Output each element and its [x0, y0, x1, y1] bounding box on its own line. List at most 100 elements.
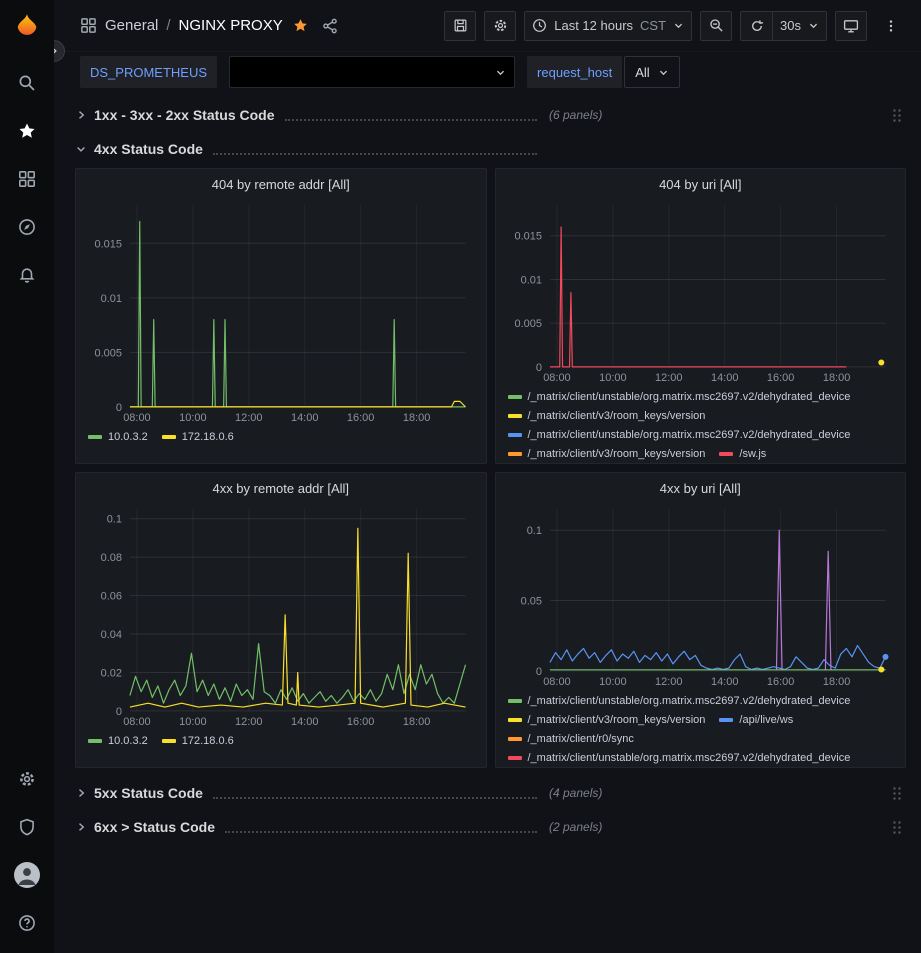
starred-dashboards-icon[interactable]: [7, 111, 47, 151]
svg-text:10:00: 10:00: [599, 372, 626, 384]
legend-item[interactable]: /sw.js: [719, 445, 766, 463]
legend-swatch: [719, 452, 733, 456]
refresh-interval-picker[interactable]: 30s: [772, 11, 827, 41]
chart-canvas[interactable]: 08:0010:0012:0014:0016:0018:0000.020.040…: [86, 501, 476, 729]
variable-request-host-label[interactable]: request_host: [527, 56, 622, 88]
svg-text:0.015: 0.015: [95, 238, 122, 250]
legend-item[interactable]: /_matrix/client/v3/room_keys/version: [508, 445, 706, 463]
svg-text:16:00: 16:00: [347, 412, 374, 424]
row-drag-handle[interactable]: [892, 786, 902, 801]
variable-request-host-value: All: [635, 65, 649, 80]
legend-item[interactable]: /_matrix/client/unstable/org.matrix.msc2…: [508, 426, 851, 444]
chevron-down-icon: [673, 20, 684, 31]
row-1xx-3xx-2xx[interactable]: 1xx - 3xx - 2xx Status Code (6 panels): [75, 100, 906, 130]
legend-item[interactable]: 10.0.3.2: [88, 732, 148, 750]
timeseries-chart: 08:0010:0012:0014:0016:0018:0000.0050.01…: [86, 197, 476, 425]
panel-title[interactable]: 4xx by uri [All]: [506, 477, 896, 501]
server-admin-shield-icon[interactable]: [7, 807, 47, 847]
save-dashboard-button[interactable]: [444, 11, 476, 41]
favorite-star-icon[interactable]: [293, 18, 308, 33]
svg-text:14:00: 14:00: [710, 676, 737, 688]
svg-text:16:00: 16:00: [766, 372, 793, 384]
legend-swatch: [162, 435, 176, 439]
svg-text:0: 0: [116, 706, 122, 718]
row-drag-handle[interactable]: [892, 108, 902, 123]
legend-label: /api/live/ws: [739, 711, 793, 729]
row-4xx[interactable]: 4xx Status Code: [75, 134, 906, 164]
svg-text:18:00: 18:00: [403, 716, 430, 728]
legend-swatch: [508, 756, 522, 760]
svg-text:08:00: 08:00: [123, 412, 150, 424]
cycle-view-tv-button[interactable]: [835, 11, 867, 41]
chart-canvas[interactable]: 08:0010:0012:0014:0016:0018:0000.0050.01…: [506, 197, 896, 385]
svg-text:0: 0: [535, 362, 541, 374]
explore-compass-icon[interactable]: [7, 207, 47, 247]
svg-text:18:00: 18:00: [822, 676, 849, 688]
svg-text:12:00: 12:00: [235, 412, 262, 424]
alerting-bell-icon[interactable]: [7, 255, 47, 295]
panel-legend: 10.0.3.2 172.18.0.6: [86, 425, 476, 446]
row-5xx[interactable]: 5xx Status Code (4 panels): [75, 778, 906, 808]
breadcrumb-folder[interactable]: General: [105, 17, 158, 34]
timeseries-chart: 08:0010:0012:0014:0016:0018:0000.0050.01…: [506, 197, 896, 385]
refresh-interval-label: 30s: [780, 18, 801, 33]
chevron-right-icon: [75, 821, 87, 833]
chart-canvas[interactable]: 08:0010:0012:0014:0016:0018:0000.050.1: [506, 501, 896, 689]
chevron-down-icon: [75, 143, 87, 155]
legend-item[interactable]: 10.0.3.2: [88, 428, 148, 446]
legend-item[interactable]: 172.18.0.6: [162, 428, 234, 446]
panel-title[interactable]: 4xx by remote addr [All]: [86, 477, 476, 501]
legend-item[interactable]: /_matrix/client/v3/room_keys/version: [508, 407, 706, 425]
legend-item[interactable]: /api/live/ws: [719, 711, 793, 729]
profile-avatar[interactable]: [7, 855, 47, 895]
svg-text:0.005: 0.005: [95, 347, 122, 359]
chevron-right-icon: [75, 787, 87, 799]
timeseries-chart: 08:0010:0012:0014:0016:0018:0000.050.1: [506, 501, 896, 689]
legend-item[interactable]: /_matrix/client/r0/sync: [508, 730, 634, 748]
apps-grid-icon: [80, 17, 97, 34]
legend-label: /_matrix/client/v3/room_keys/version: [528, 407, 706, 425]
row-title: 1xx - 3xx - 2xx Status Code: [94, 107, 275, 123]
svg-text:0.04: 0.04: [101, 629, 122, 641]
legend-item[interactable]: /_matrix/client/unstable/org.matrix.msc2…: [508, 388, 851, 406]
legend-swatch: [508, 433, 522, 437]
kebab-menu-icon[interactable]: [875, 11, 907, 41]
variable-ds-prometheus-select[interactable]: [229, 56, 515, 88]
page-title[interactable]: NGINX PROXY: [179, 17, 283, 34]
legend-item[interactable]: 172.18.0.6: [162, 732, 234, 750]
legend-item[interactable]: /_matrix/client/unstable/org.matrix.msc2…: [508, 692, 851, 710]
svg-text:12:00: 12:00: [655, 372, 682, 384]
panel-title[interactable]: 404 by uri [All]: [506, 173, 896, 197]
legend-swatch: [719, 718, 733, 722]
dashboards-icon[interactable]: [7, 159, 47, 199]
zoom-out-button[interactable]: [700, 11, 732, 41]
configuration-gear-icon[interactable]: [7, 759, 47, 799]
panel-legend: /_matrix/client/unstable/org.matrix.msc2…: [506, 689, 896, 767]
legend-swatch: [508, 718, 522, 722]
chart-canvas[interactable]: 08:0010:0012:0014:0016:0018:0000.0050.01…: [86, 197, 476, 425]
time-range-picker[interactable]: Last 12 hours CST: [524, 11, 692, 41]
breadcrumb: General / NGINX PROXY: [80, 17, 338, 34]
row-6xx[interactable]: 6xx > Status Code (2 panels): [75, 812, 906, 842]
variable-request-host-select[interactable]: All: [624, 56, 679, 88]
legend-item[interactable]: /_matrix/client/unstable/org.matrix.msc2…: [508, 749, 851, 767]
panel-grid: 404 by remote addr [All] 08:0010:0012:00…: [75, 168, 906, 768]
panel-title[interactable]: 404 by remote addr [All]: [86, 173, 476, 197]
help-icon[interactable]: [7, 903, 47, 943]
variable-ds-prometheus-label[interactable]: DS_PROMETHEUS: [80, 56, 217, 88]
legend-item[interactable]: /_matrix/client/v3/room_keys/version: [508, 711, 706, 729]
legend-label: 10.0.3.2: [108, 428, 148, 446]
dashboard-settings-button[interactable]: [484, 11, 516, 41]
share-icon[interactable]: [322, 18, 338, 34]
svg-text:0.01: 0.01: [520, 274, 541, 286]
row-dotted-leader: [225, 821, 537, 833]
variables-bar: DS_PROMETHEUS request_host All: [54, 52, 921, 90]
row-drag-handle[interactable]: [892, 820, 902, 835]
refresh-button[interactable]: [740, 11, 772, 41]
legend-swatch: [508, 452, 522, 456]
search-icon[interactable]: [7, 63, 47, 103]
variable-request-host: request_host All: [527, 56, 680, 88]
svg-text:18:00: 18:00: [403, 412, 430, 424]
grafana-logo-icon[interactable]: [12, 12, 42, 45]
row-title: 6xx > Status Code: [94, 819, 215, 835]
